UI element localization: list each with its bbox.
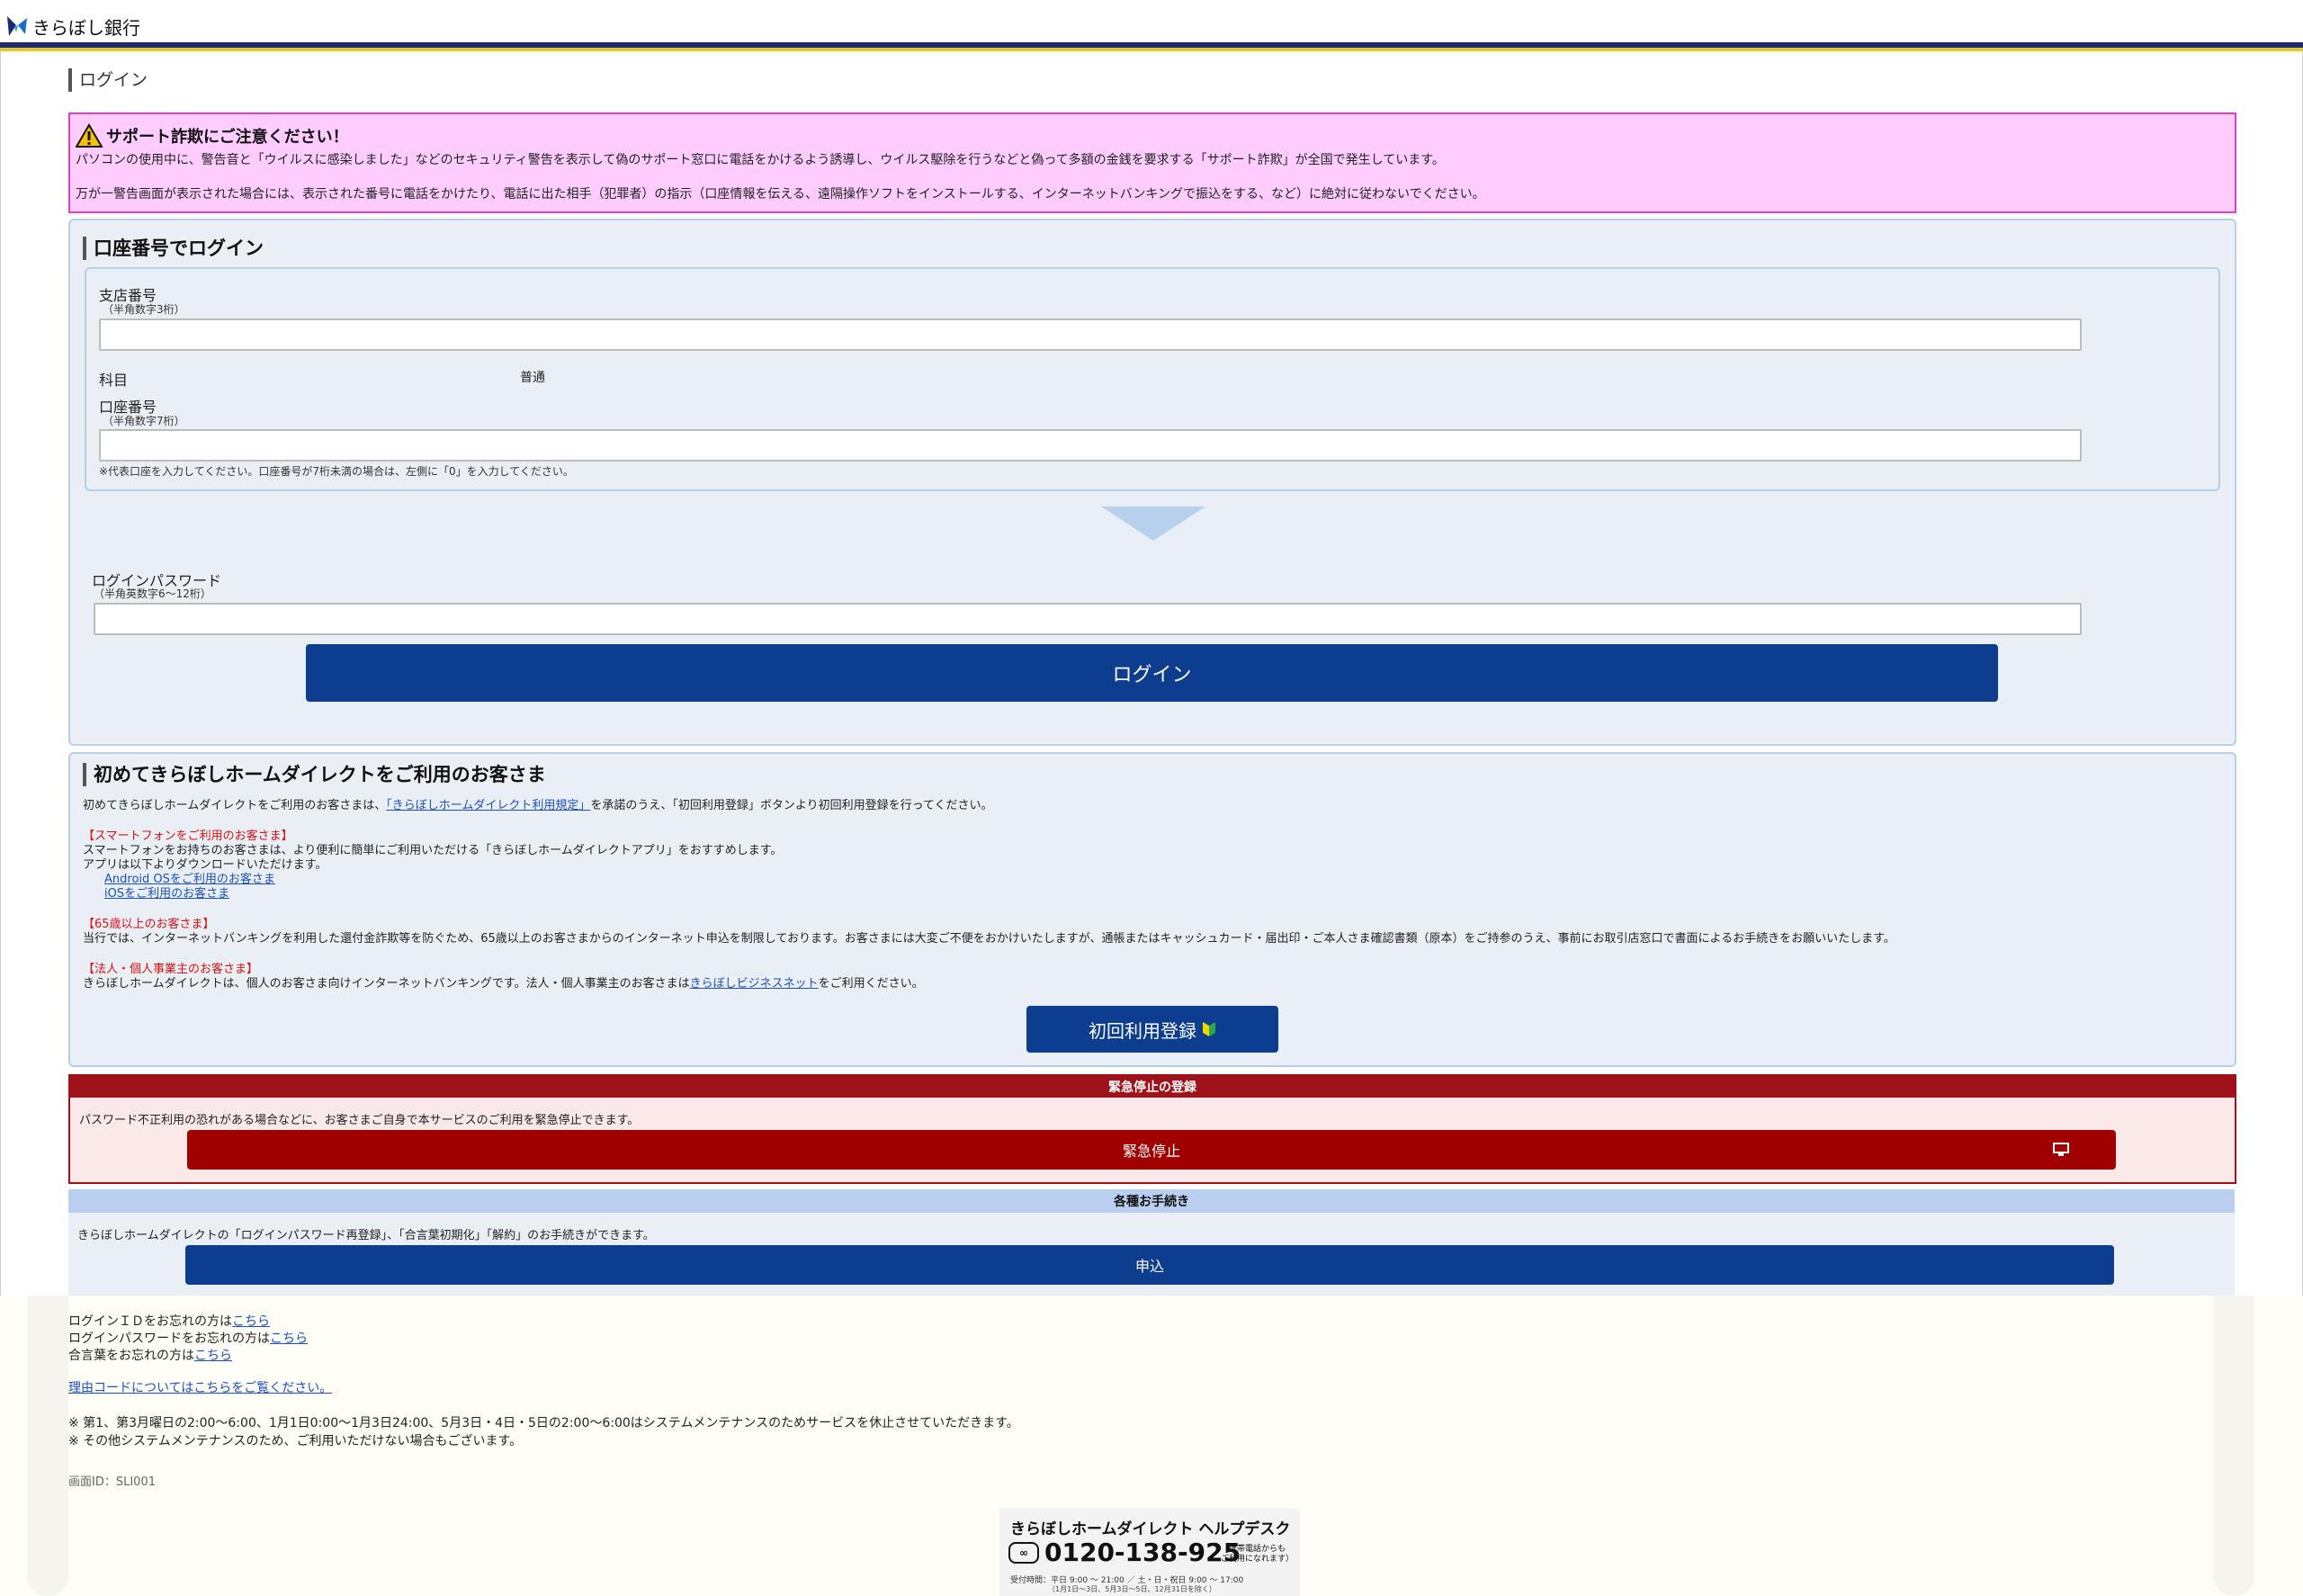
kiraboshi-star-icon: [7, 16, 27, 36]
emergency-stop-section: 緊急停止の登録 パスワード不正利用の恐れがある場合などに、お客さまご自身で本サー…: [68, 1074, 2236, 1184]
screen-id: 画面ID：SLI001: [68, 1475, 156, 1489]
down-arrow-icon: [1101, 507, 1205, 541]
emergency-text: パスワード不正利用の恐れがある場合などに、お客さまご自身で本サービスのご利用を緊…: [79, 1114, 640, 1127]
forgot-phrase-line: 合言葉をお忘れの方はこちら: [68, 1346, 232, 1364]
pc-monitor-icon: [2053, 1143, 2069, 1156]
corporate-text-before: きらぼしホームダイレクトは、個人のお客さま向けインターネットバンキングです。法人…: [83, 977, 690, 991]
forgot-phrase-link[interactable]: こちら: [194, 1349, 232, 1363]
helpdesk-title: きらぼしホームダイレクト ヘルプデスク: [1010, 1520, 1291, 1538]
helpdesk-banner: きらぼしホームダイレクト ヘルプデスク ∞ 0120-138-925 （携帯電話…: [999, 1509, 1300, 1596]
login-password-input[interactable]: [94, 603, 2082, 635]
procedures-section: 各種お手続き きらぼしホームダイレクトの「ログインパスワード再登録」、「合言葉初…: [68, 1189, 2235, 1296]
password-hint: （半角英数字6～12桁）: [94, 587, 211, 600]
corporate-text-after: をご利用ください。: [818, 977, 924, 991]
bank-name: きらぼし銀行: [32, 16, 140, 39]
warning-title-text: サポート詐欺にご注意ください！: [106, 128, 349, 147]
mobile-note-2: ご利用になれます）: [1221, 1555, 1295, 1564]
branch-hint: （半角数字3桁）: [103, 303, 185, 316]
account-login-panel: 口座番号でログイン 支店番号 （半角数字3桁） 科目 普通 口座番号 （半角数字…: [68, 219, 2236, 746]
warning-line-1: パソコンの使用中に、警告音と「ウイルスに感染しました」などのセキュリティ警告を表…: [76, 153, 1445, 167]
senior-text: 当行では、インターネットバンキングを利用した還付金詐欺等を防ぐため、65歳以上の…: [83, 932, 1895, 946]
terms-link[interactable]: 「きらぼしホームダイレクト利用規定」: [386, 799, 590, 812]
account-number-note: ※代表口座を入力してください。口座番号が7桁未満の場合は、左側に「0」を入力して…: [99, 465, 574, 478]
site-header: きらぼし銀行: [0, 0, 2303, 42]
intro-text-after: を承諾のうえ、「初回利用登録」ボタンより初回利用登録を行ってください。: [590, 799, 993, 812]
forgot-id-line: ログインＩＤをお忘れの方はこちら: [68, 1312, 270, 1330]
first-time-intro: 初めてきらぼしホームダイレクトをご利用のお客さまは、「きらぼしホームダイレクト利…: [83, 795, 993, 812]
helpdesk-hours-note: （1月1日～3日、5月3日～5日、12月31日を除く）: [1048, 1585, 1216, 1593]
account-number-input[interactable]: [99, 429, 2082, 462]
account-fields-box: 支店番号 （半角数字3桁） 科目 普通 口座番号 （半角数字7桁） ※代表口座を…: [85, 267, 2220, 491]
emergency-header: 緊急停止の登録: [70, 1076, 2235, 1098]
first-registration-button[interactable]: 初回利用登録: [1026, 1006, 1278, 1053]
mobile-note-1: （携帯電話からも: [1221, 1545, 1286, 1554]
forgot-id-text: ログインＩＤをお忘れの方は: [68, 1314, 232, 1329]
header-accent-bar: [0, 48, 2303, 51]
first-time-section-title: 初めてきらぼしホームダイレクトをご利用のお客さま: [83, 763, 546, 786]
decor-stripe: [2213, 1296, 2254, 1596]
maintenance-note-1: ※ 第1、第3月曜日の2:00～6:00、1月1日0:00～1月3日24:00、…: [68, 1416, 1019, 1430]
forgot-password-line: ログインパスワードをお忘れの方はこちら: [68, 1329, 308, 1347]
procedures-text: きらぼしホームダイレクトの「ログインパスワード再登録」、「合言葉初期化」「解約」…: [77, 1229, 655, 1242]
emergency-stop-button[interactable]: 緊急停止: [187, 1130, 2116, 1170]
page-title: ログイン: [68, 68, 148, 92]
decor-stripe: [27, 1296, 68, 1596]
apply-button[interactable]: 申込: [185, 1245, 2114, 1285]
subject-label: 科目: [99, 372, 129, 389]
bank-logo[interactable]: きらぼし銀行: [5, 13, 140, 40]
warning-line-2: 万が一警告画面が表示された場合には、表示された番号に電話をかけたり、電話に出た相…: [76, 187, 1485, 202]
forgot-password-text: ログインパスワードをお忘れの方は: [68, 1331, 270, 1346]
forgot-password-link[interactable]: こちら: [270, 1331, 308, 1346]
login-button[interactable]: ログイン: [306, 644, 1998, 702]
account-number-hint: （半角数字7桁）: [103, 415, 185, 427]
helpdesk-phone-number: 0120-138-925: [1044, 1538, 1241, 1567]
helpdesk-phone: ∞ 0120-138-925: [1008, 1538, 1241, 1567]
forgot-id-link[interactable]: こちら: [232, 1314, 270, 1329]
warning-title: サポート詐欺にご注意ください！: [76, 123, 349, 148]
procedures-header: 各種お手続き: [68, 1189, 2235, 1213]
intro-text-before: 初めてきらぼしホームダイレクトをご利用のお客さまは、: [83, 799, 387, 812]
free-dial-icon: ∞: [1008, 1541, 1039, 1564]
helpdesk-mobile-note: （携帯電話からも ご利用になれます）: [1221, 1545, 1294, 1565]
ios-link[interactable]: iOSをご利用のお客さま: [104, 883, 229, 901]
emergency-stop-label: 緊急停止: [1122, 1143, 1180, 1160]
reason-code-link[interactable]: 理由コードについてはこちらをご覧ください。: [68, 1378, 332, 1396]
beginner-mark-icon: [1203, 1022, 1215, 1036]
branch-number-input[interactable]: [99, 318, 2082, 351]
forgot-phrase-text: 合言葉をお忘れの方は: [68, 1349, 194, 1363]
login-section-title: 口座番号でログイン: [83, 237, 264, 260]
corporate-text: きらぼしホームダイレクトは、個人のお客さま向けインターネットバンキングです。法人…: [83, 973, 924, 991]
business-net-link[interactable]: きらぼしビジネスネット: [690, 977, 819, 991]
first-time-panel: 初めてきらぼしホームダイレクトをご利用のお客さま 初めてきらぼしホームダイレクト…: [68, 752, 2236, 1067]
maintenance-note-2: ※ その他システムメンテナンスのため、ご利用いただけない場合もございます。: [68, 1434, 523, 1448]
subject-value: 普通: [520, 371, 545, 385]
first-registration-label: 初回利用登録: [1089, 1019, 1196, 1042]
support-fraud-warning: サポート詐欺にご注意ください！ パソコンの使用中に、警告音と「ウイルスに感染しま…: [68, 112, 2236, 213]
warning-icon: [76, 123, 103, 148]
